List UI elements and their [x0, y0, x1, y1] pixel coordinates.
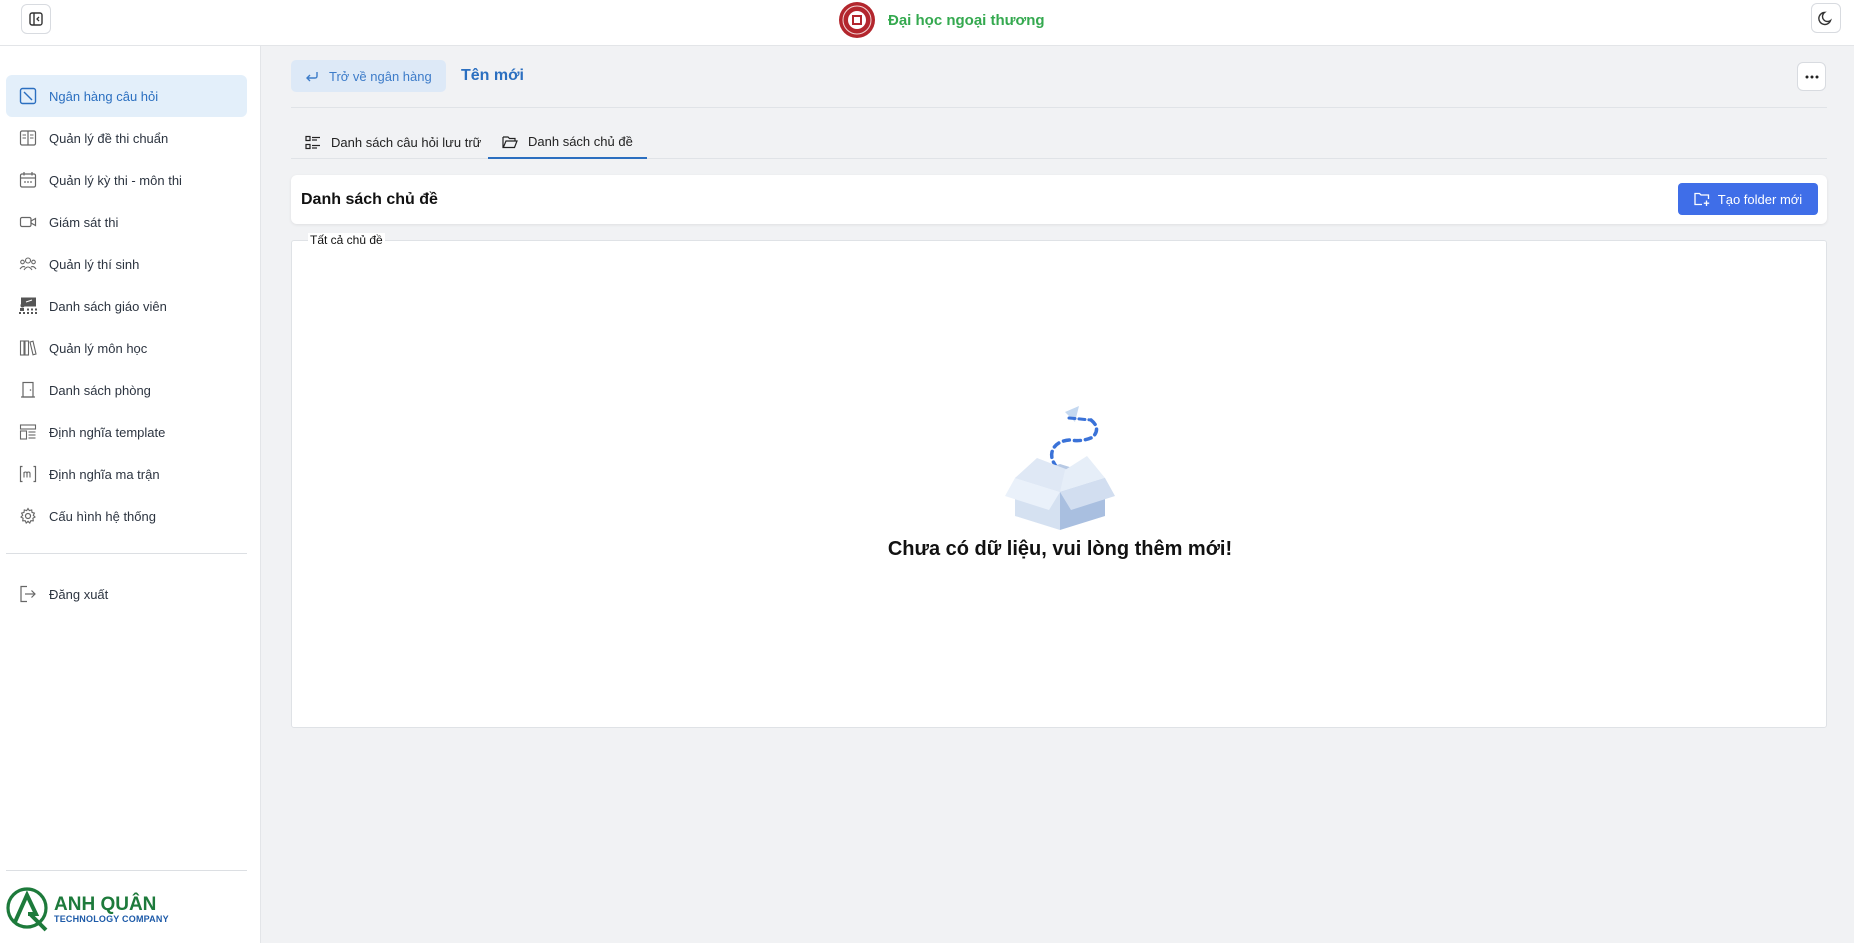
sidebar-item-label: Định nghĩa ma trận [49, 466, 160, 482]
sidebar: Ngân hàng câu hỏi Quản lý đề thi chuẩn Q… [0, 46, 261, 943]
sidebar-item-settings[interactable]: Cấu hình hệ thống [6, 495, 247, 537]
video-camera-icon [18, 212, 38, 232]
sidebar-item-label: Ngân hàng câu hỏi [49, 88, 159, 104]
header-divider [291, 107, 1827, 108]
sidebar-item-label: Quản lý đề thi chuẩn [49, 130, 169, 146]
company-logo: ANH QUÂN TECHNOLOGY COMPANY [6, 886, 169, 932]
back-button-label: Trở về ngân hàng [329, 68, 432, 84]
brand-name: Đại học ngoại thương [888, 11, 1045, 29]
sidebar-toggle-button[interactable] [21, 4, 51, 34]
gear-icon [18, 506, 38, 526]
library-icon [18, 338, 38, 358]
company-name: ANH QUÂN [54, 893, 157, 915]
logout-container: Đăng xuất [6, 573, 247, 615]
logout-label: Đăng xuất [49, 586, 109, 602]
back-to-bank-button[interactable]: Trở về ngân hàng [291, 60, 446, 92]
sidebar-item-label: Quản lý thí sinh [49, 256, 140, 272]
sidebar-item-label: Quản lý môn học [49, 340, 148, 356]
company-subtitle: TECHNOLOGY COMPANY [54, 913, 169, 924]
sidebar-item-label: Quản lý kỳ thi - môn thi [49, 172, 182, 188]
sidebar-item-label: Giám sát thi [49, 214, 119, 230]
sidebar-item-proctoring[interactable]: Giám sát thi [6, 201, 247, 243]
question-bank-icon [18, 86, 38, 106]
tab-label: Danh sách chủ đề [528, 134, 633, 149]
book-open-icon [18, 128, 38, 148]
brand[interactable]: Đại học ngoại thương [838, 0, 1045, 40]
sidebar-item-matrix[interactable]: Định nghĩa ma trận [6, 453, 247, 495]
empty-state-message: Chưa có dữ liệu, vui lòng thêm mới! [887, 538, 1233, 560]
logout-button[interactable]: Đăng xuất [6, 573, 247, 615]
sidebar-item-subjects[interactable]: Quản lý môn học [6, 327, 247, 369]
tab-archived-questions[interactable]: Danh sách câu hỏi lưu trữ [305, 126, 481, 159]
top-bar: Đại học ngoại thương [0, 0, 1854, 46]
sidebar-item-teachers[interactable]: Danh sách giáo viên [6, 285, 247, 327]
return-arrow-icon [306, 72, 318, 82]
folder-plus-icon [1694, 192, 1709, 206]
panel-legend: Tất cả chủ đề [308, 233, 385, 247]
sidebar-item-label: Danh sách giáo viên [49, 298, 167, 314]
company-text: ANH QUÂN TECHNOLOGY COMPANY [54, 895, 169, 924]
list-icon [305, 135, 320, 149]
sidebar-divider [6, 553, 247, 554]
logout-icon [18, 584, 38, 604]
company-logo-icon [6, 887, 48, 932]
sidebar-collapse-icon [29, 12, 43, 26]
folder-open-icon [502, 135, 518, 148]
matrix-icon [18, 464, 38, 484]
users-icon [18, 254, 38, 274]
sidebar-item-rooms[interactable]: Danh sách phòng [6, 369, 247, 411]
sidebar-item-label: Cấu hình hệ thống [49, 508, 156, 524]
sidebar-item-standard-exams[interactable]: Quản lý đề thi chuẩn [6, 117, 247, 159]
sidebar-nav: Ngân hàng câu hỏi Quản lý đề thi chuẩn Q… [6, 75, 247, 537]
sidebar-divider [6, 870, 247, 871]
teacher-icon [18, 296, 38, 316]
create-folder-label: Tạo folder mới [1717, 191, 1803, 207]
page-title: Tên mới [461, 67, 524, 84]
empty-box-icon [1005, 406, 1115, 530]
sidebar-item-exam-periods[interactable]: Quản lý kỳ thi - môn thi [6, 159, 247, 201]
sidebar-item-candidates[interactable]: Quản lý thí sinh [6, 243, 247, 285]
sidebar-item-label: Định nghĩa template [49, 424, 166, 440]
sidebar-item-question-bank[interactable]: Ngân hàng câu hỏi [6, 75, 247, 117]
university-logo-icon [839, 2, 875, 38]
topic-list-title: Danh sách chủ đề [301, 191, 438, 208]
tab-bar: Danh sách câu hỏi lưu trữ Danh sách chủ … [291, 126, 1827, 159]
topics-panel: Tất cả chủ đề Chưa có dữ liệu, vui lòng … [291, 233, 1827, 728]
moon-icon [1818, 11, 1832, 26]
tab-topics[interactable]: Danh sách chủ đề [488, 126, 647, 159]
tab-label: Danh sách câu hỏi lưu trữ [331, 135, 482, 150]
create-folder-button[interactable]: Tạo folder mới [1678, 183, 1818, 215]
ellipsis-icon [1805, 75, 1818, 78]
topic-list-header: Danh sách chủ đề Tạo folder mới [291, 175, 1827, 224]
sidebar-item-label: Danh sách phòng [49, 382, 151, 398]
more-options-button[interactable] [1797, 62, 1826, 91]
calendar-icon [18, 170, 38, 190]
sidebar-item-templates[interactable]: Định nghĩa template [6, 411, 247, 453]
theme-toggle-button[interactable] [1811, 3, 1841, 33]
template-icon [18, 422, 38, 442]
door-icon [18, 380, 38, 400]
